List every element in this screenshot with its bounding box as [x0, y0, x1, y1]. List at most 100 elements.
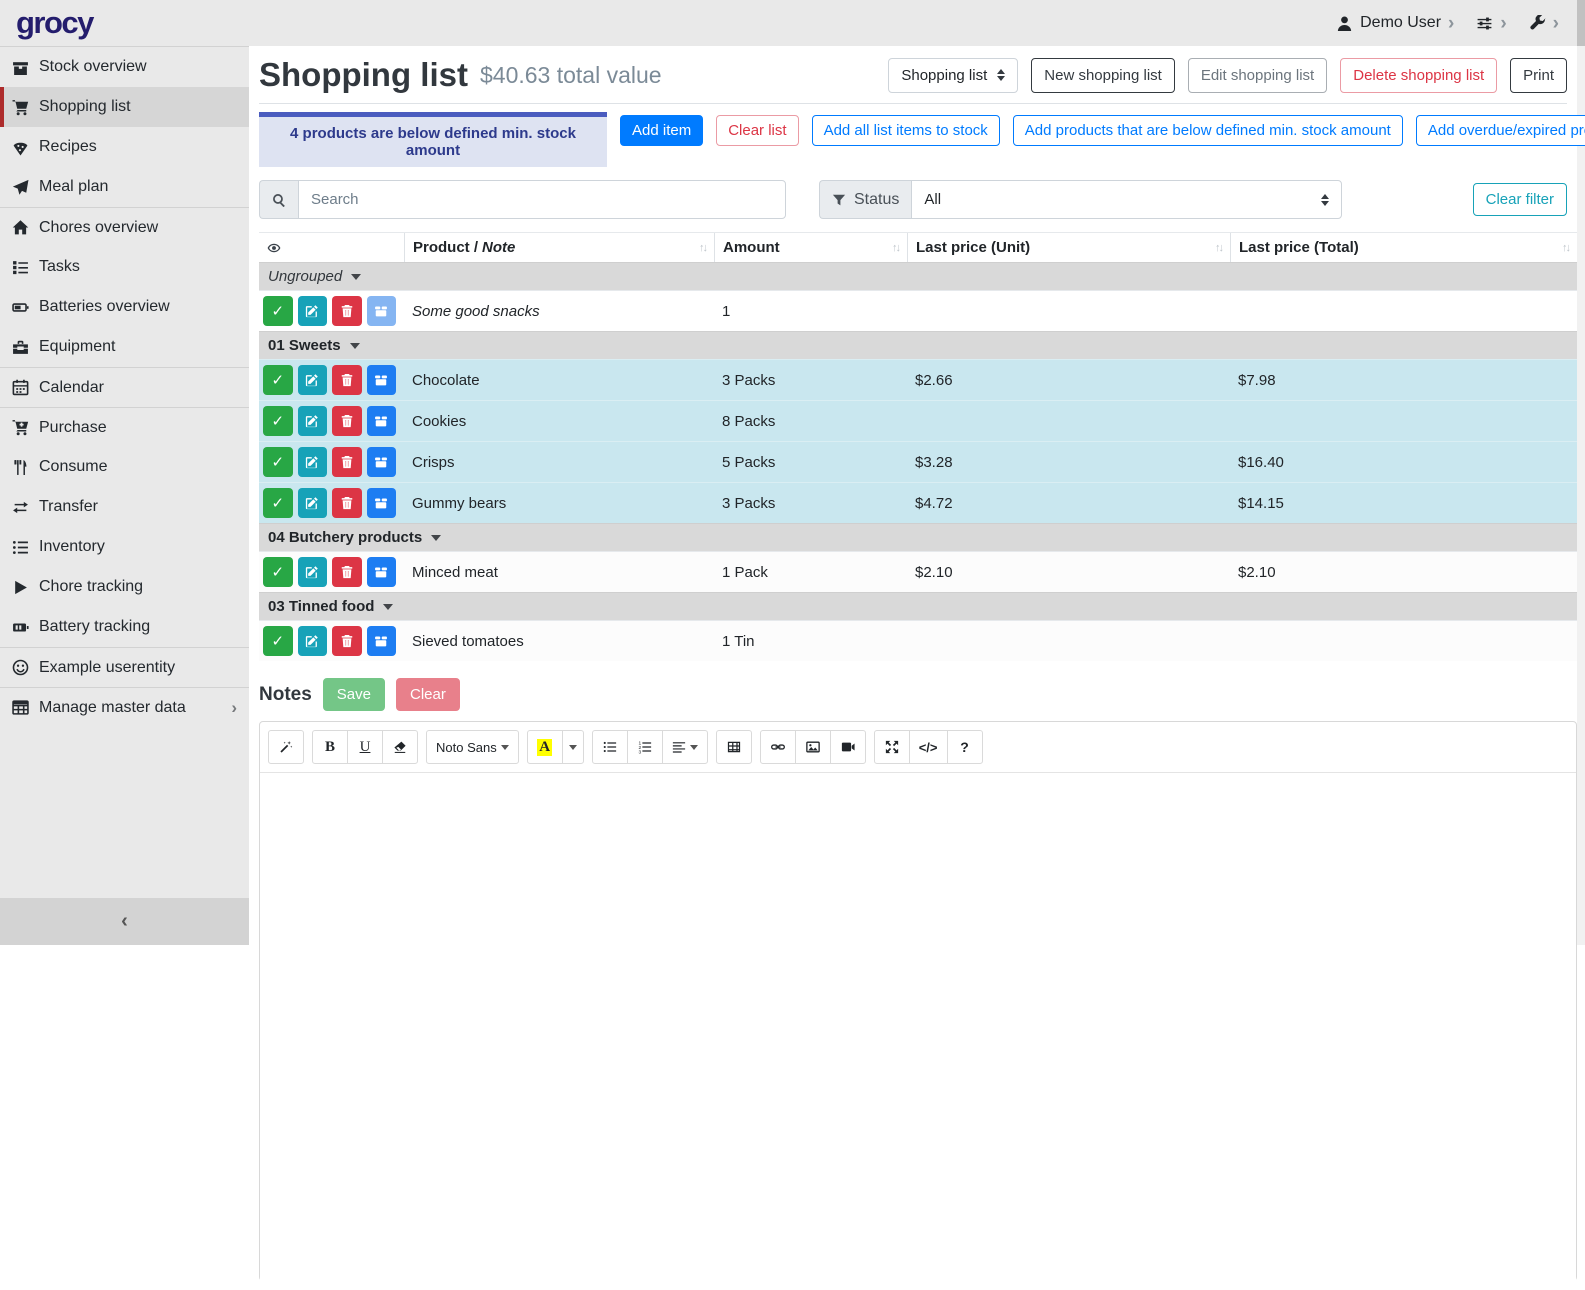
sidebar-item-stock-overview[interactable]: Stock overview [0, 47, 249, 87]
column-header-price-unit[interactable]: Last price (Unit)↑↓ [907, 233, 1230, 262]
add-item-button[interactable]: Add item [620, 115, 703, 146]
edit-item-button[interactable] [298, 365, 328, 395]
sidebar-item-meal-plan[interactable]: Meal plan [0, 167, 249, 207]
delete-item-button[interactable] [332, 626, 362, 656]
mark-done-button[interactable]: ✓ [263, 447, 293, 477]
top-bar: grocy Demo User › › › [0, 0, 1577, 46]
search-input[interactable] [298, 180, 786, 219]
delete-item-button[interactable] [332, 447, 362, 477]
clear-formatting-button[interactable] [382, 730, 418, 764]
add-to-stock-button[interactable] [367, 406, 397, 436]
unordered-list-button[interactable] [592, 730, 628, 764]
save-notes-button[interactable]: Save [323, 678, 385, 711]
sidebar-item-consume[interactable]: Consume [0, 447, 249, 487]
mark-done-button[interactable]: ✓ [263, 406, 293, 436]
mark-done-button[interactable]: ✓ [263, 488, 293, 518]
mark-done-button[interactable]: ✓ [263, 626, 293, 656]
sidebar-item-chores-overview[interactable]: Chores overview [0, 207, 249, 247]
app-logo[interactable]: grocy [16, 5, 93, 41]
bold-button[interactable]: B [312, 730, 348, 764]
sidebar-item-tasks[interactable]: Tasks [0, 247, 249, 287]
filter-icon [832, 193, 846, 207]
help-button[interactable]: ? [947, 730, 983, 764]
sidebar-item-recipes[interactable]: Recipes [0, 127, 249, 167]
shopping-list-selector[interactable]: Shopping list [888, 58, 1018, 93]
clear-notes-button[interactable]: Clear [396, 678, 460, 711]
delete-item-button[interactable] [332, 557, 362, 587]
sidebar-item-purchase[interactable]: Purchase [0, 407, 249, 447]
add-overdue-button[interactable]: Add overdue/expired products [1416, 115, 1585, 146]
sidebar-item-battery-tracking[interactable]: Battery tracking [0, 607, 249, 647]
edit-item-button[interactable] [298, 626, 328, 656]
sidebar-item-equipment[interactable]: Equipment [0, 327, 249, 367]
notes-text-area[interactable] [260, 773, 1576, 1290]
new-shopping-list-button[interactable]: New shopping list [1031, 58, 1175, 93]
clear-list-button[interactable]: Clear list [716, 115, 798, 146]
insert-link-button[interactable] [760, 730, 796, 764]
insert-video-button[interactable] [830, 730, 866, 764]
admin-menu[interactable]: › [1529, 14, 1559, 33]
sidebar-item-transfer[interactable]: Transfer [0, 487, 249, 527]
print-button[interactable]: Print [1510, 58, 1567, 93]
mark-done-button[interactable]: ✓ [263, 365, 293, 395]
column-header-price-total[interactable]: Last price (Total)↑↓ [1230, 233, 1577, 262]
delete-shopping-list-button[interactable]: Delete shopping list [1340, 58, 1497, 93]
paragraph-align-dropdown[interactable] [662, 730, 708, 764]
magic-style-button[interactable] [268, 730, 304, 764]
sidebar-item-shopping-list[interactable]: Shopping list [0, 87, 249, 127]
edit-item-button[interactable] [298, 296, 328, 326]
insert-table-dropdown[interactable] [716, 730, 752, 764]
add-to-stock-button[interactable] [367, 626, 397, 656]
group-header-tinned-food[interactable]: 03 Tinned food [259, 592, 1577, 620]
chevron-right-icon: › [1448, 14, 1454, 33]
column-visibility-toggle[interactable] [259, 233, 404, 262]
add-to-stock-button[interactable] [367, 296, 397, 326]
edit-item-button[interactable] [298, 406, 328, 436]
search-group [259, 180, 786, 219]
font-family-dropdown[interactable]: Noto Sans [426, 730, 519, 764]
add-to-stock-button[interactable] [367, 488, 397, 518]
underline-button[interactable]: U [347, 730, 383, 764]
settings-menu[interactable]: › [1476, 14, 1506, 33]
ordered-list-icon [638, 740, 652, 754]
clear-filter-button[interactable]: Clear filter [1473, 183, 1567, 216]
sidebar-item-manage-master-data[interactable]: Manage master data› [0, 687, 249, 727]
delete-item-button[interactable] [332, 365, 362, 395]
add-below-min-stock-button[interactable]: Add products that are below defined min.… [1013, 115, 1403, 146]
column-header-product[interactable]: Product /Note↑↓ [404, 233, 714, 262]
sidebar-collapse-button[interactable]: ‹ [0, 898, 249, 945]
group-header-sweets[interactable]: 01 Sweets [259, 331, 1577, 359]
unordered-list-icon [603, 740, 617, 754]
sidebar-item-example-userentity[interactable]: Example userentity [0, 647, 249, 687]
delete-item-button[interactable] [332, 296, 362, 326]
boxes-icon [12, 59, 29, 76]
ordered-list-button[interactable] [627, 730, 663, 764]
column-header-amount[interactable]: Amount↑↓ [714, 233, 907, 262]
font-color-button[interactable]: A [527, 730, 563, 764]
sidebar-item-calendar[interactable]: Calendar [0, 367, 249, 407]
fullscreen-button[interactable] [874, 730, 910, 764]
scrollbar-thumb[interactable] [1577, 0, 1585, 46]
edit-item-button[interactable] [298, 447, 328, 477]
mark-done-button[interactable]: ✓ [263, 296, 293, 326]
sidebar-item-chore-tracking[interactable]: Chore tracking [0, 567, 249, 607]
edit-item-button[interactable] [298, 557, 328, 587]
font-color-dropdown[interactable] [562, 730, 584, 764]
mark-done-button[interactable]: ✓ [263, 557, 293, 587]
add-to-stock-button[interactable] [367, 447, 397, 477]
add-to-stock-button[interactable] [367, 557, 397, 587]
add-all-to-stock-button[interactable]: Add all list items to stock [812, 115, 1000, 146]
add-to-stock-button[interactable] [367, 365, 397, 395]
delete-item-button[interactable] [332, 488, 362, 518]
status-select[interactable]: All [911, 180, 1342, 219]
group-header-ungrouped[interactable]: Ungrouped [259, 262, 1577, 290]
edit-shopping-list-button[interactable]: Edit shopping list [1188, 58, 1327, 93]
sidebar-item-inventory[interactable]: Inventory [0, 527, 249, 567]
insert-picture-button[interactable] [795, 730, 831, 764]
group-header-butchery[interactable]: 04 Butchery products [259, 523, 1577, 551]
edit-item-button[interactable] [298, 488, 328, 518]
delete-item-button[interactable] [332, 406, 362, 436]
sidebar-item-batteries-overview[interactable]: Batteries overview [0, 287, 249, 327]
code-view-button[interactable]: </> [909, 730, 948, 764]
user-menu[interactable]: Demo User › [1336, 14, 1454, 33]
